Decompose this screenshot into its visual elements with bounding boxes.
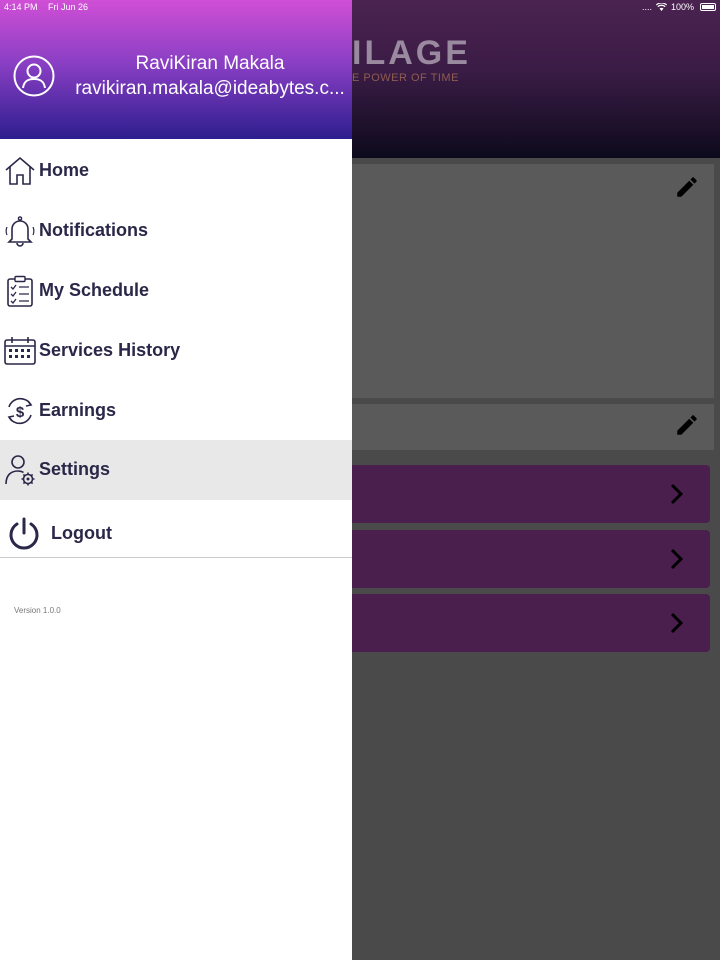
menu-item-notifications[interactable]: Notifications <box>0 201 352 261</box>
menu-label-earnings: Earnings <box>39 400 117 420</box>
profile-card <box>352 164 714 398</box>
status-left: 4:14 PM Fri Jun 26 <box>4 2 96 12</box>
menu-item-settings[interactable]: Settings <box>0 440 352 500</box>
status-time: 4:14 PM <box>4 2 38 12</box>
menu-item-logout[interactable]: Logout <box>0 504 352 564</box>
app-logo-text: ILAGE <box>352 34 471 72</box>
nav-row[interactable] <box>352 530 710 588</box>
menu-item-home[interactable]: Home <box>0 141 352 201</box>
menu-label-logout: Logout <box>51 523 112 543</box>
menu-item-earnings[interactable]: $ Earnings <box>0 381 352 441</box>
menu-label-notifications: Notifications <box>39 220 149 240</box>
clipboard-checklist-icon <box>7 275 33 307</box>
battery-percent: 100% <box>670 2 694 12</box>
user-gear-icon <box>5 455 35 486</box>
menu-label-services-history: Services History <box>39 340 181 360</box>
chevron-right-icon <box>670 548 684 570</box>
menu-label-home: Home <box>39 160 90 180</box>
menu-item-services-history[interactable]: Services History <box>0 321 352 381</box>
background-app: ILAGE E POWER OF TIME <box>352 0 720 960</box>
user-name: RaviKiran Makala <box>135 53 285 74</box>
wifi-icon <box>655 3 667 11</box>
drawer-header: RaviKiran Makala ravikiran.makala@ideaby… <box>0 0 352 139</box>
pencil-icon[interactable] <box>674 412 700 438</box>
pencil-icon[interactable] <box>674 174 700 200</box>
power-icon <box>9 517 39 550</box>
app-logo-tagline: E POWER OF TIME <box>352 72 459 84</box>
nav-row[interactable] <box>352 465 710 523</box>
info-card <box>352 404 714 450</box>
menu-item-my-schedule[interactable]: My Schedule <box>0 261 352 321</box>
signal-indicator: .... <box>641 2 652 12</box>
chevron-right-icon <box>670 483 684 505</box>
avatar-icon[interactable] <box>13 55 55 97</box>
side-drawer: RaviKiran Makala ravikiran.makala@ideaby… <box>0 0 352 960</box>
app-header: ILAGE E POWER OF TIME <box>352 0 720 158</box>
calendar-icon <box>4 337 36 365</box>
user-email: ravikiran.makala@ideabytes.c... <box>75 78 345 99</box>
chevron-right-icon <box>670 612 684 634</box>
menu-label-settings: Settings <box>39 459 111 479</box>
home-icon <box>5 156 35 185</box>
dollar-cycle-icon: $ <box>7 397 33 425</box>
status-bar: 4:14 PM Fri Jun 26 .... 100% <box>0 0 720 14</box>
menu-divider <box>0 557 352 558</box>
svg-text:$: $ <box>16 404 25 421</box>
version-label: Version 1.0.0 <box>14 606 61 615</box>
status-date: Fri Jun 26 <box>48 2 89 12</box>
menu-label-my-schedule: My Schedule <box>39 280 150 300</box>
bell-icon <box>5 216 35 247</box>
status-right: .... 100% <box>642 2 694 12</box>
nav-row[interactable] <box>352 594 710 652</box>
battery-icon <box>700 3 716 11</box>
